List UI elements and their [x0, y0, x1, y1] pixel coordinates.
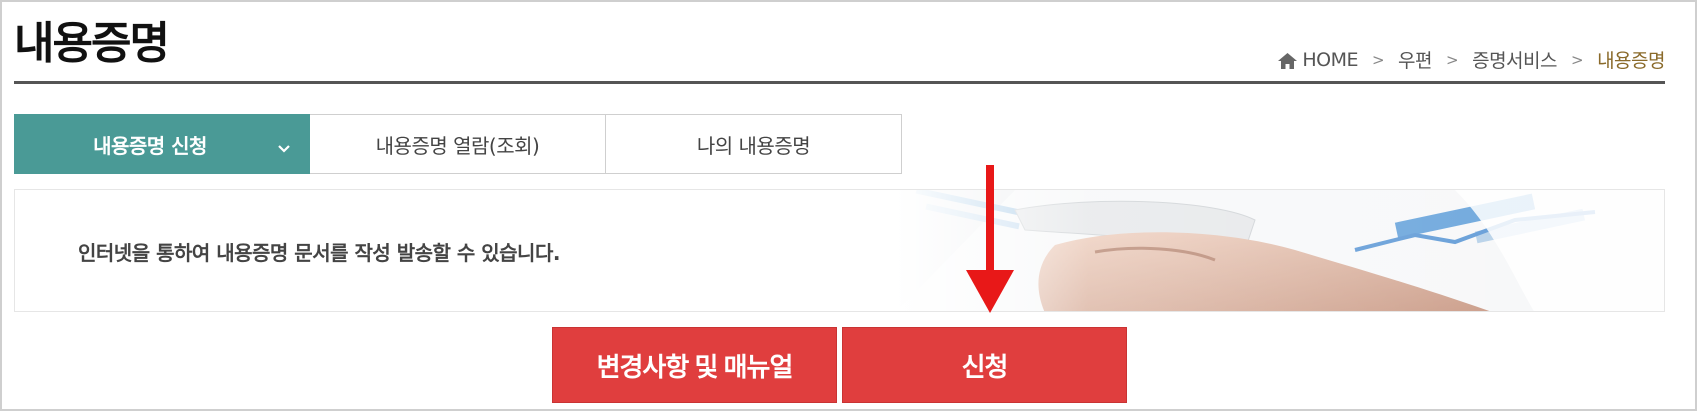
apply-button[interactable]: 신청 — [842, 327, 1127, 403]
breadcrumb-home[interactable]: HOME — [1302, 49, 1358, 71]
title-divider — [14, 81, 1665, 84]
breadcrumb-separator: > — [1446, 50, 1459, 69]
tab-my-content-certification[interactable]: 나의 내용증명 — [606, 114, 902, 174]
breadcrumb-postal[interactable]: 우편 — [1398, 46, 1432, 73]
breadcrumb-certification[interactable]: 증명서비스 — [1472, 46, 1557, 73]
banner-description: 인터넷을 통하여 내용증명 문서를 작성 발송할 수 있습니다. — [78, 241, 560, 265]
breadcrumb-separator: > — [1571, 50, 1584, 69]
tab-content-certification-view[interactable]: 내용증명 열람(조회) — [310, 114, 606, 174]
intro-banner: 인터넷을 통하여 내용증명 문서를 작성 발송할 수 있습니다. — [14, 189, 1665, 312]
breadcrumb-current: 내용증명 — [1597, 50, 1665, 72]
tab-label: 내용증명 신청 — [93, 133, 207, 158]
home-icon[interactable] — [1277, 52, 1298, 70]
chevron-down-icon[interactable] — [277, 137, 291, 153]
breadcrumb: HOME > 우편 > 증명서비스 > 내용증명 — [1277, 46, 1665, 73]
tab-label: 내용증명 열람(조회) — [375, 133, 540, 158]
changes-and-manual-button[interactable]: 변경사항 및 매뉴얼 — [552, 327, 837, 403]
page-title: 내용증명 — [14, 18, 170, 69]
tab-label: 나의 내용증명 — [696, 133, 811, 158]
tab-content-certification-apply[interactable]: 내용증명 신청 — [14, 114, 310, 174]
tab-bar: 내용증명 신청 내용증명 열람(조회) 나의 내용증명 — [14, 114, 902, 174]
annotation-arrow — [966, 165, 1014, 313]
breadcrumb-separator: > — [1371, 50, 1385, 69]
